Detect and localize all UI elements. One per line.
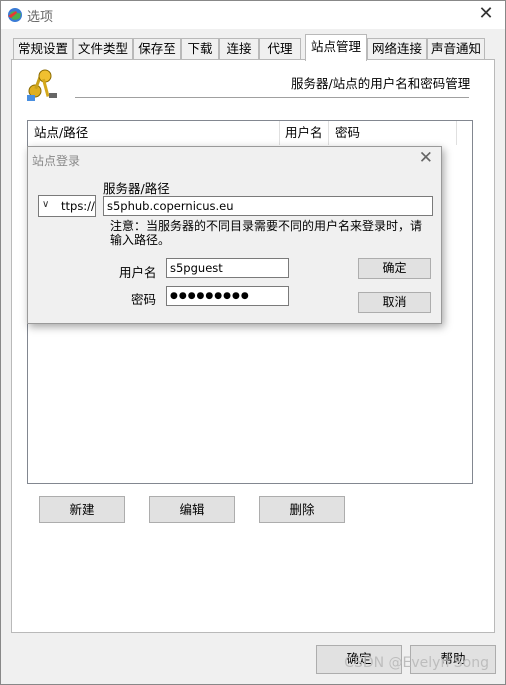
new-button[interactable]: 新建 bbox=[39, 496, 125, 523]
server-path-label: 服务器/路径 bbox=[103, 181, 170, 196]
tab-sound-notification[interactable]: 声音通知 bbox=[427, 38, 485, 60]
tab-proxy[interactable]: 代理 bbox=[259, 38, 301, 60]
delete-button[interactable]: 删除 bbox=[259, 496, 345, 523]
tab-download[interactable]: 下载 bbox=[181, 38, 219, 60]
tab-network-connection[interactable]: 网络连接 bbox=[367, 38, 427, 60]
tab-file-types[interactable]: 文件类型 bbox=[73, 38, 133, 60]
server-path-input[interactable]: s5phub.copernicus.eu bbox=[103, 196, 433, 216]
window-title: 选项 bbox=[27, 10, 54, 25]
dialog-title: 站点登录 bbox=[32, 154, 81, 168]
close-icon[interactable]: ✕ bbox=[475, 3, 497, 24]
site-login-dialog: 站点登录 ✕ ∨ ttps:// 服务器/路径 s5phub.copernicu… bbox=[27, 146, 442, 324]
column-username[interactable]: 用户名 bbox=[279, 121, 329, 145]
dialog-ok-button[interactable]: 确定 bbox=[358, 258, 431, 279]
tab-site-management[interactable]: 站点管理 bbox=[305, 34, 367, 61]
password-input[interactable]: ●●●●●●●●● bbox=[166, 286, 289, 306]
column-site-path[interactable]: 站点/路径 bbox=[28, 121, 280, 145]
tab-connection[interactable]: 连接 bbox=[219, 38, 259, 60]
protocol-select[interactable]: ∨ ttps:// bbox=[38, 195, 96, 217]
tab-save-to[interactable]: 保存至 bbox=[133, 38, 181, 60]
password-label: 密码 bbox=[131, 292, 157, 307]
dialog-cancel-button[interactable]: 取消 bbox=[358, 292, 431, 313]
username-input[interactable]: s5pguest bbox=[166, 258, 289, 278]
chevron-down-icon: ∨ bbox=[42, 199, 50, 210]
section-divider bbox=[75, 97, 469, 98]
title-bar[interactable]: 选项 ✕ bbox=[1, 1, 505, 29]
protocol-value: ttps:// bbox=[61, 199, 95, 213]
username-label: 用户名 bbox=[119, 265, 157, 280]
edit-button[interactable]: 编辑 bbox=[149, 496, 235, 523]
column-password[interactable]: 密码 bbox=[329, 121, 457, 145]
tab-general[interactable]: 常规设置 bbox=[13, 38, 73, 60]
app-globe-icon bbox=[8, 8, 22, 22]
section-title: 服务器/站点的用户名和密码管理 bbox=[291, 76, 471, 91]
note-text: 注意：当服务器的不同目录需要不同的用户名来登录时，请输入路径。 bbox=[110, 219, 423, 247]
watermark: CSDN @Evelyn Song bbox=[344, 655, 489, 671]
keys-icon bbox=[27, 69, 57, 101]
dialog-close-icon[interactable]: ✕ bbox=[419, 148, 433, 168]
options-window: 选项 ✕ 常规设置 文件类型 保存至 下载 连接 代理 站点管理 网络连接 声音… bbox=[0, 0, 506, 685]
